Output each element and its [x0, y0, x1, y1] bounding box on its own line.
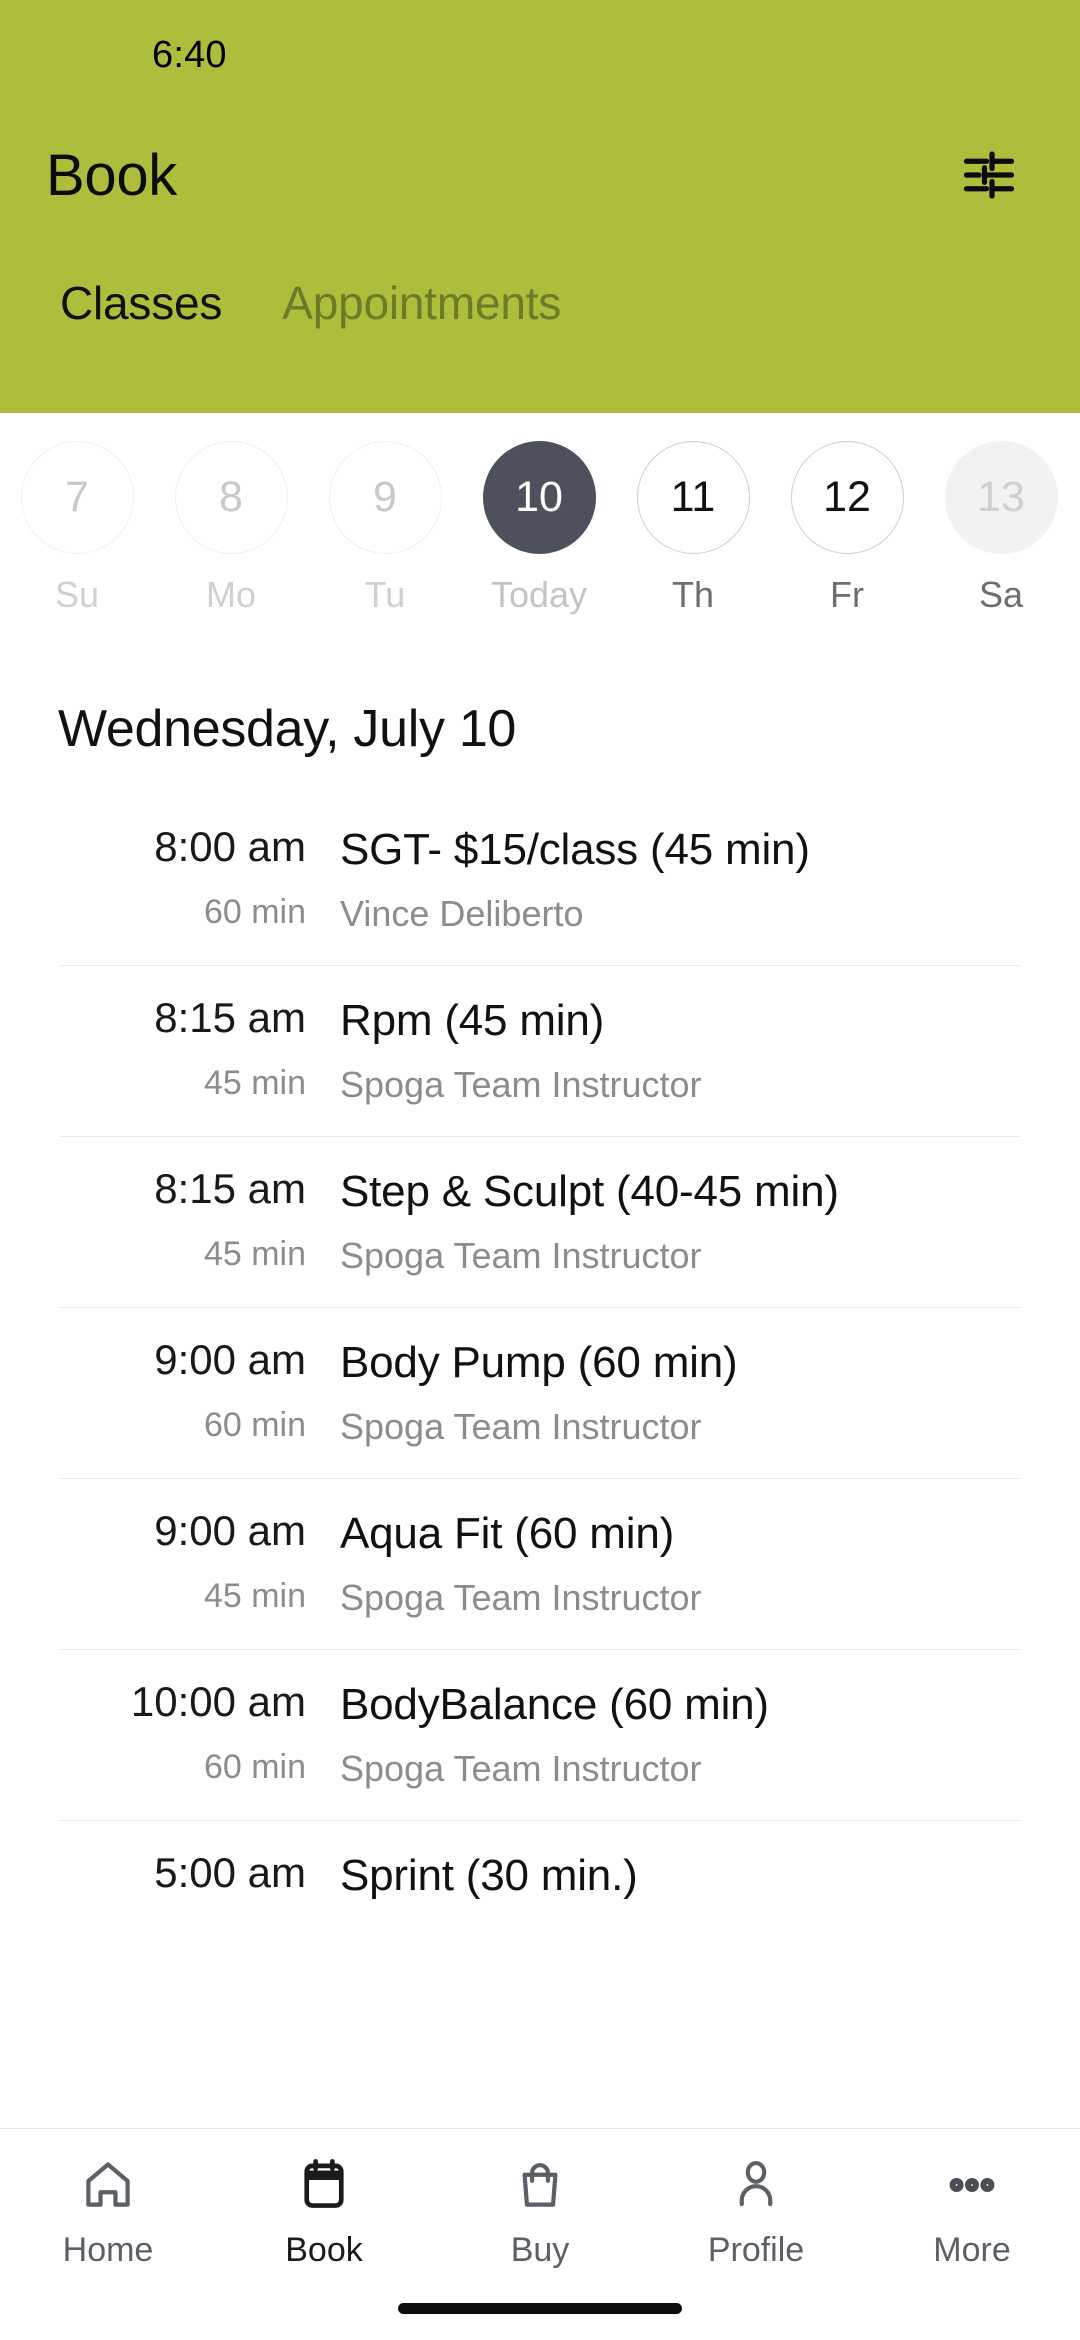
- class-info-column: Rpm (45 min) Spoga Team Instructor: [340, 994, 1020, 1106]
- class-time-column: 10:00 am 60 min: [60, 1678, 340, 1787]
- class-instructor: Vince Deliberto: [340, 893, 584, 934]
- class-row[interactable]: 10:00 am 60 min BodyBalance (60 min) Spo…: [60, 1649, 1020, 1820]
- class-start-time: 9:00 am: [154, 1507, 306, 1554]
- app-screen: 6:40 Book Classes Appointments 7 Su 8 Mo…: [0, 0, 1080, 2340]
- date-weekday: Sa: [978, 574, 1024, 615]
- date-cell-10-selected[interactable]: 10 Today: [462, 441, 616, 616]
- class-time-column: 9:00 am 60 min: [60, 1336, 340, 1445]
- class-name: SGT- $15/class (45 min): [340, 825, 810, 874]
- person-icon: [728, 2153, 784, 2217]
- class-start-time: 5:00 am: [154, 1849, 306, 1896]
- date-weekday: Tu: [364, 574, 406, 615]
- class-name: Aqua Fit (60 min): [340, 1509, 675, 1558]
- class-instructor: Spoga Team Instructor: [340, 1064, 702, 1105]
- nav-label: Book: [285, 2231, 363, 2269]
- tab-classes[interactable]: Classes: [30, 276, 252, 330]
- class-instructor: Spoga Team Instructor: [340, 1577, 702, 1618]
- class-start-time: 8:00 am: [154, 823, 306, 870]
- class-row[interactable]: 5:00 am Sprint (30 min.): [60, 1820, 1020, 1949]
- class-row[interactable]: 8:00 am 60 min SGT- $15/class (45 min) V…: [60, 795, 1020, 965]
- home-icon: [80, 2153, 136, 2217]
- class-info-column: Step & Sculpt (40-45 min) Spoga Team Ins…: [340, 1165, 1020, 1277]
- class-name: Sprint (30 min.): [340, 1851, 638, 1900]
- class-time-column: 5:00 am: [60, 1849, 340, 1919]
- class-duration: 45 min: [203, 1064, 306, 1102]
- class-info-column: Aqua Fit (60 min) Spoga Team Instructor: [340, 1507, 1020, 1619]
- date-selector-strip[interactable]: 7 Su 8 Mo 9 Tu 10 Today 11 Th 12 Fr 13 S…: [0, 413, 1080, 653]
- class-info-column: BodyBalance (60 min) Spoga Team Instruct…: [340, 1678, 1020, 1790]
- class-row[interactable]: 8:15 am 45 min Step & Sculpt (40-45 min)…: [60, 1136, 1020, 1307]
- date-cell-7[interactable]: 7 Su: [0, 441, 154, 616]
- class-name: Rpm (45 min): [340, 996, 605, 1045]
- nav-item-profile[interactable]: Profile: [648, 2153, 864, 2270]
- nav-item-buy[interactable]: Buy: [432, 2153, 648, 2270]
- bottom-navigation-bar: Home Book Buy Profile More: [0, 2128, 1080, 2340]
- nav-item-book[interactable]: Book: [216, 2153, 432, 2270]
- class-name: BodyBalance (60 min): [340, 1680, 769, 1729]
- class-start-time: 10:00 am: [130, 1678, 306, 1725]
- date-cell-9[interactable]: 9 Tu: [308, 441, 462, 616]
- home-indicator-bar: [398, 2303, 682, 2314]
- class-time-column: 8:00 am 60 min: [60, 823, 340, 932]
- date-cell-13[interactable]: 13 Sa: [924, 441, 1078, 616]
- nav-item-more[interactable]: More: [864, 2153, 1080, 2270]
- date-number[interactable]: 12: [790, 441, 904, 554]
- date-number[interactable]: 10: [482, 441, 596, 554]
- date-number[interactable]: 8: [174, 441, 288, 554]
- filter-settings-icon[interactable]: [950, 136, 1028, 214]
- nav-label: More: [933, 2231, 1011, 2269]
- class-time-column: 8:15 am 45 min: [60, 1165, 340, 1274]
- nav-item-home[interactable]: Home: [0, 2153, 216, 2270]
- class-row[interactable]: 9:00 am 45 min Aqua Fit (60 min) Spoga T…: [60, 1478, 1020, 1649]
- class-duration: 60 min: [203, 1748, 306, 1786]
- class-name: Body Pump (60 min): [340, 1338, 738, 1387]
- date-weekday: Mo: [205, 574, 256, 615]
- date-weekday: Today: [490, 574, 588, 615]
- class-duration: 60 min: [203, 1406, 306, 1444]
- class-instructor: Spoga Team Instructor: [340, 1406, 702, 1447]
- class-schedule-list: 8:00 am 60 min SGT- $15/class (45 min) V…: [0, 759, 1080, 2340]
- class-duration: 45 min: [203, 1577, 306, 1615]
- date-number[interactable]: 7: [20, 441, 134, 554]
- class-start-time: 8:15 am: [154, 1165, 306, 1212]
- date-weekday: Th: [671, 574, 714, 615]
- class-duration: 60 min: [203, 893, 306, 931]
- page-title: Book: [46, 142, 177, 208]
- class-start-time: 8:15 am: [154, 994, 306, 1041]
- selected-date-heading: Wednesday, July 10: [58, 700, 517, 758]
- header-title-row: Book: [0, 110, 1080, 240]
- class-info-column: Sprint (30 min.): [340, 1849, 1020, 1919]
- date-weekday: Fr: [830, 574, 864, 615]
- date-number[interactable]: 11: [636, 441, 750, 554]
- class-time-column: 9:00 am 45 min: [60, 1507, 340, 1616]
- class-time-column: 8:15 am 45 min: [60, 994, 340, 1103]
- date-weekday: Su: [54, 574, 100, 615]
- class-name: Step & Sculpt (40-45 min): [340, 1167, 839, 1216]
- date-cell-11[interactable]: 11 Th: [616, 441, 770, 616]
- date-number[interactable]: 9: [328, 441, 442, 554]
- header-tabs: Classes Appointments: [0, 276, 1080, 330]
- nav-label: Profile: [707, 2231, 805, 2269]
- class-start-time: 9:00 am: [154, 1336, 306, 1383]
- class-duration: 45 min: [203, 1235, 306, 1273]
- status-bar-clock: 6:40: [152, 33, 227, 76]
- class-info-column: Body Pump (60 min) Spoga Team Instructor: [340, 1336, 1020, 1448]
- class-info-column: SGT- $15/class (45 min) Vince Deliberto: [340, 823, 1020, 935]
- calendar-icon: [296, 2153, 352, 2217]
- class-row[interactable]: 8:15 am 45 min Rpm (45 min) Spoga Team I…: [60, 965, 1020, 1136]
- date-number[interactable]: 13: [944, 441, 1058, 554]
- bag-icon: [512, 2153, 568, 2217]
- class-instructor: Spoga Team Instructor: [340, 1235, 702, 1276]
- nav-label: Home: [62, 2231, 154, 2269]
- app-header: 6:40 Book Classes Appointments: [0, 0, 1080, 413]
- status-bar: 6:40: [0, 0, 1080, 110]
- tab-appointments[interactable]: Appointments: [252, 276, 591, 330]
- class-row[interactable]: 9:00 am 60 min Body Pump (60 min) Spoga …: [60, 1307, 1020, 1478]
- date-cell-8[interactable]: 8 Mo: [154, 441, 308, 616]
- ellipsis-icon: [944, 2153, 1000, 2217]
- nav-label: Buy: [510, 2231, 570, 2269]
- class-instructor: Spoga Team Instructor: [340, 1748, 702, 1789]
- date-cell-12[interactable]: 12 Fr: [770, 441, 924, 616]
